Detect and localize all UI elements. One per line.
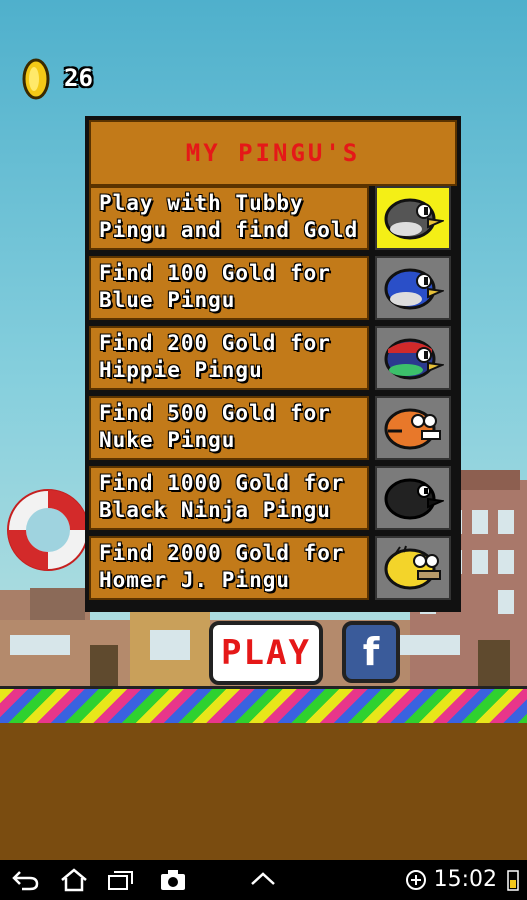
back-icon[interactable] [10, 868, 40, 892]
panel-title: MY PINGU'S [185, 139, 361, 167]
pingu-row-label: Find 500 Gold for Nuke Pingu [89, 396, 369, 460]
pingu-row-tubby[interactable]: Play with Tubby Pingu and find Gold [89, 186, 459, 250]
panel-title-box: MY PINGU'S [89, 120, 457, 186]
pingu-row-hippie[interactable]: Find 200 Gold for Hippie Pingu [89, 326, 459, 390]
play-button[interactable]: PLAY [209, 621, 323, 685]
pingu-row-label: Find 100 Gold for Blue Pingu [89, 256, 369, 320]
ground-dirt [0, 723, 527, 860]
battery-icon [507, 870, 519, 891]
pingu-row-blue[interactable]: Find 100 Gold for Blue Pingu [89, 256, 459, 320]
pingu-row-label: Find 1000 Gold for Black Ninja Pingu [89, 466, 369, 530]
pingu-thumb[interactable] [375, 396, 451, 460]
blue-pingu-icon [384, 268, 444, 310]
pingu-row-nuke[interactable]: Find 500 Gold for Nuke Pingu [89, 396, 459, 460]
pingu-thumb[interactable] [375, 466, 451, 530]
usb-debug-icon [406, 870, 426, 890]
pingu-row-black-ninja[interactable]: Find 1000 Gold for Black Ninja Pingu [89, 466, 459, 530]
coin-count: 26 [64, 64, 93, 92]
pingu-thumb-selected[interactable] [375, 186, 451, 250]
pingu-row-label: Find 2000 Gold for Homer J. Pingu [89, 536, 369, 600]
ground-stripe [0, 686, 527, 726]
hippie-pingu-icon [384, 338, 444, 380]
tubby-pingu-icon [384, 198, 444, 240]
coin-counter [22, 58, 50, 100]
gold-coin-icon [22, 58, 50, 100]
pingu-row-homer[interactable]: Find 2000 Gold for Homer J. Pingu [89, 536, 459, 600]
pingu-thumb[interactable] [375, 256, 451, 320]
pingu-thumb[interactable] [375, 536, 451, 600]
recent-apps-icon[interactable] [106, 868, 136, 892]
black-ninja-pingu-icon [384, 478, 444, 520]
homer-pingu-icon [384, 545, 441, 590]
nuke-pingu-icon [384, 408, 441, 450]
life-ring-icon [7, 489, 89, 571]
clock-time: 15:02 [433, 867, 497, 892]
facebook-icon: f [362, 630, 380, 674]
pingu-row-label: Play with Tubby Pingu and find Gold [89, 186, 369, 250]
facebook-button[interactable]: f [342, 621, 400, 683]
pingu-thumb[interactable] [375, 326, 451, 390]
system-nav-bar: 15:02 [0, 860, 527, 900]
pingu-row-label: Find 200 Gold for Hippie Pingu [89, 326, 369, 390]
home-icon[interactable] [58, 868, 90, 892]
chevron-up-icon[interactable] [248, 868, 278, 892]
pingu-selection-panel: MY PINGU'S Play with Tubby Pingu and fin… [85, 116, 461, 612]
screenshot-icon[interactable] [158, 868, 188, 892]
